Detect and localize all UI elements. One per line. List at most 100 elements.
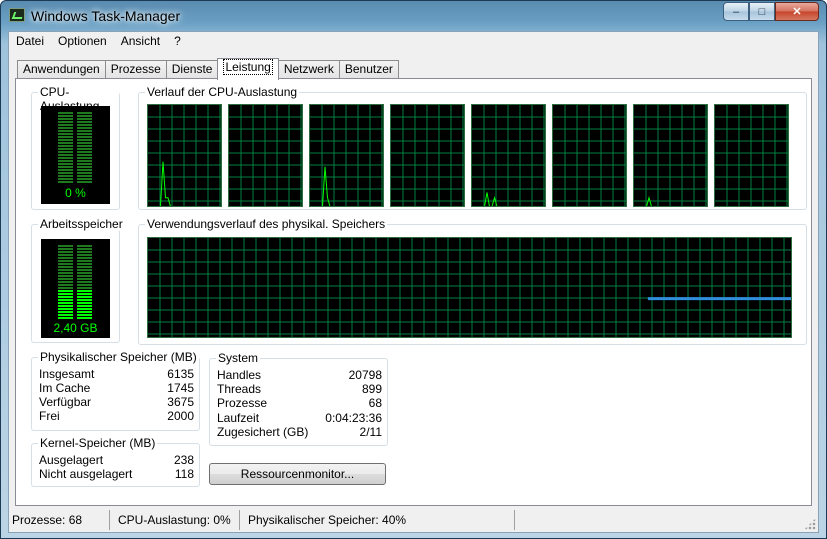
stat-value: 1745 xyxy=(167,381,194,395)
meter-segment xyxy=(58,136,92,138)
cpu-trace xyxy=(634,195,707,206)
menu-ansicht[interactable]: Ansicht xyxy=(114,32,167,52)
meter-segment xyxy=(58,260,92,262)
system-row-prozesse: Prozesse 68 xyxy=(217,396,382,410)
kernel-row-ausgelagert: Ausgelagert 238 xyxy=(39,453,194,467)
meter-segment xyxy=(58,275,92,277)
meter-segment xyxy=(58,269,92,271)
stat-value: 68 xyxy=(368,396,382,410)
cpu-core-graph xyxy=(633,104,708,207)
stat-label: Nicht ausgelagert xyxy=(39,467,133,481)
meter-segment xyxy=(58,160,92,162)
meter-segment xyxy=(58,181,92,183)
tab-prozesse[interactable]: Prozesse xyxy=(104,60,167,79)
cpu-usage-meter: 0 % xyxy=(41,106,110,204)
meter-segment xyxy=(58,172,92,174)
stat-label: Handles xyxy=(217,368,262,382)
minimize-icon: – xyxy=(732,5,740,18)
cpu-core-graph xyxy=(390,104,465,207)
tab-anwendungen[interactable]: Anwendungen xyxy=(17,60,106,79)
meter-segment xyxy=(58,130,92,132)
cpu-history-group: Verlauf der CPU-Auslastung xyxy=(138,85,807,210)
meter-segment xyxy=(58,139,92,141)
tab-benutzer[interactable]: Benutzer xyxy=(338,60,399,79)
system-title: System xyxy=(216,351,261,365)
stat-value: 2/11 xyxy=(359,425,382,439)
meter-segment xyxy=(58,287,92,289)
meter-segment xyxy=(58,281,92,283)
meter-segment xyxy=(58,115,92,117)
meter-segment xyxy=(58,314,92,316)
tab-strip: Anwendungen Prozesse Dienste Leistung Ne… xyxy=(17,58,399,80)
status-cpu: CPU-Auslastung: 0% xyxy=(110,510,240,530)
meter-segment xyxy=(58,266,92,268)
menu-bar: Datei Optionen Ansicht ? xyxy=(9,32,818,52)
cpu-trace xyxy=(148,161,221,206)
close-button[interactable]: ✕ xyxy=(775,2,819,21)
menu-optionen[interactable]: Optionen xyxy=(51,32,114,52)
physical-row-insgesamt: Insgesamt 6135 xyxy=(39,367,194,381)
caption-buttons: – □ ✕ xyxy=(723,2,819,21)
meter-segment xyxy=(58,154,92,156)
stat-value: 3675 xyxy=(167,395,194,409)
maximize-icon: □ xyxy=(758,5,766,18)
window-title: Windows Task-Manager xyxy=(31,8,181,24)
resource-monitor-button[interactable]: Ressourcenmonitor... xyxy=(209,463,386,485)
meter-segment xyxy=(58,175,92,177)
stat-label: Laufzeit xyxy=(217,411,260,425)
stat-label: Verfügbar xyxy=(39,395,92,409)
meter-segment xyxy=(58,311,92,313)
minimize-button[interactable]: – xyxy=(723,2,749,21)
stat-value: 118 xyxy=(174,467,194,481)
tab-leistung[interactable]: Leistung xyxy=(217,58,279,80)
physical-row-frei: Frei 2000 xyxy=(39,409,194,423)
tab-dienste[interactable]: Dienste xyxy=(165,60,219,79)
stat-label: Im Cache xyxy=(39,381,91,395)
cpu-core-graph xyxy=(714,104,789,207)
meter-segment xyxy=(58,296,92,298)
meter-segment xyxy=(58,290,92,292)
cpu-trace xyxy=(472,192,545,206)
physical-memory-title: Physikalischer Speicher (MB) xyxy=(38,350,199,364)
cpu-history-label: Verlauf der CPU-Auslastung xyxy=(145,85,300,99)
stat-value: 238 xyxy=(173,453,194,467)
meter-segment xyxy=(58,272,92,274)
meter-segment xyxy=(58,133,92,135)
title-bar[interactable]: Windows Task-Manager – □ ✕ xyxy=(1,1,826,31)
meter-segment xyxy=(58,112,92,114)
stat-label: Zugesichert (GB) xyxy=(217,425,309,439)
memory-history-graph xyxy=(147,237,792,338)
memory-meter-bars xyxy=(58,245,92,320)
meter-segment xyxy=(58,145,92,147)
status-processes: Prozesse: 68 xyxy=(9,510,110,530)
cpu-core-graph xyxy=(309,104,384,207)
menu-datei[interactable]: Datei xyxy=(9,32,51,52)
meter-segment xyxy=(58,157,92,159)
tab-netzwerk[interactable]: Netzwerk xyxy=(277,60,340,79)
status-empty xyxy=(515,510,818,530)
memory-group: Arbeitsspeicher 2,40 GB xyxy=(31,217,125,343)
task-manager-window: Windows Task-Manager – □ ✕ Datei Optione… xyxy=(0,0,827,539)
meter-segment xyxy=(58,257,92,259)
status-memory: Physikalischer Speicher: 40% xyxy=(240,510,515,530)
status-bar: Prozesse: 68 CPU-Auslastung: 0% Physikal… xyxy=(9,510,818,532)
menu-help[interactable]: ? xyxy=(167,32,188,52)
meter-segment xyxy=(58,251,92,253)
meter-segment xyxy=(58,142,92,144)
kernel-memory-group: Kernel-Speicher (MB) Ausgelagert 238 Nich… xyxy=(31,436,200,487)
maximize-button[interactable]: □ xyxy=(749,2,775,21)
meter-segment xyxy=(58,263,92,265)
cpu-core-graph xyxy=(471,104,546,207)
meter-segment xyxy=(58,308,92,310)
meter-segment xyxy=(58,299,92,301)
meter-segment xyxy=(58,148,92,150)
meter-segment xyxy=(58,284,92,286)
stat-label: Frei xyxy=(39,409,60,423)
memory-meter: 2,40 GB xyxy=(41,239,110,338)
physical-memory-group: Physikalischer Speicher (MB) Insgesamt 61… xyxy=(31,350,200,431)
stat-label: Ausgelagert xyxy=(39,453,104,467)
meter-segment xyxy=(58,124,92,126)
meter-segment xyxy=(58,278,92,280)
stat-value: 20798 xyxy=(348,368,382,382)
stat-label: Threads xyxy=(217,382,262,396)
